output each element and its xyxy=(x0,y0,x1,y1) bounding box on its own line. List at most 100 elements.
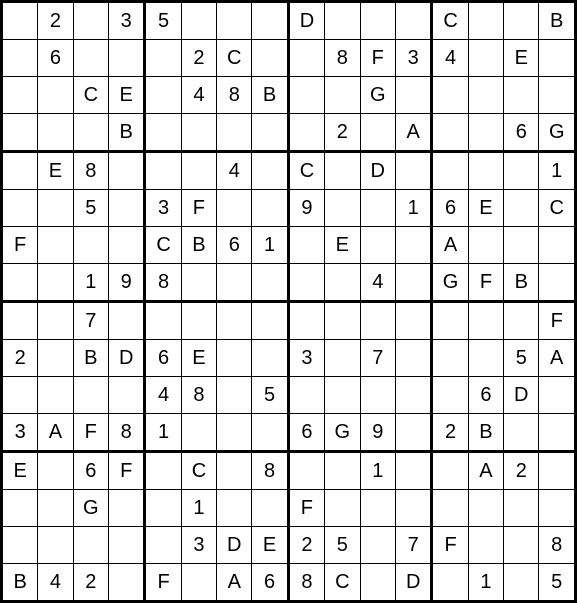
cell[interactable] xyxy=(432,152,468,190)
cell[interactable] xyxy=(396,264,432,302)
cell[interactable]: 2 xyxy=(181,40,216,77)
cell[interactable]: 5 xyxy=(504,340,539,377)
cell[interactable]: B xyxy=(109,114,145,152)
cell[interactable] xyxy=(468,490,503,527)
cell[interactable] xyxy=(396,377,432,414)
cell[interactable]: 8 xyxy=(145,264,181,302)
cell[interactable] xyxy=(325,152,360,190)
cell[interactable]: 6 xyxy=(217,227,252,264)
cell[interactable] xyxy=(217,452,252,490)
cell[interactable] xyxy=(2,190,38,227)
cell[interactable] xyxy=(145,452,181,490)
cell[interactable]: 6 xyxy=(288,414,324,452)
cell[interactable] xyxy=(288,452,324,490)
cell[interactable] xyxy=(73,527,108,564)
cell[interactable] xyxy=(360,227,395,264)
cell[interactable]: E xyxy=(38,152,73,190)
cell[interactable]: 7 xyxy=(360,340,395,377)
cell[interactable] xyxy=(360,190,395,227)
cell[interactable] xyxy=(539,452,576,490)
cell[interactable]: 2 xyxy=(504,452,539,490)
cell[interactable] xyxy=(432,452,468,490)
cell[interactable]: 8 xyxy=(109,414,145,452)
cell[interactable]: 3 xyxy=(181,527,216,564)
cell[interactable] xyxy=(325,2,360,40)
cell[interactable] xyxy=(360,564,395,602)
cell[interactable] xyxy=(2,40,38,77)
cell[interactable] xyxy=(468,302,503,340)
cell[interactable]: E xyxy=(325,227,360,264)
cell[interactable]: E xyxy=(252,527,288,564)
cell[interactable] xyxy=(38,190,73,227)
cell[interactable] xyxy=(468,77,503,114)
cell[interactable] xyxy=(396,340,432,377)
cell[interactable] xyxy=(38,340,73,377)
cell[interactable] xyxy=(2,77,38,114)
cell[interactable] xyxy=(468,2,503,40)
cell[interactable] xyxy=(145,527,181,564)
cell[interactable] xyxy=(217,2,252,40)
cell[interactable]: C xyxy=(432,2,468,40)
cell[interactable] xyxy=(432,114,468,152)
cell[interactable] xyxy=(217,114,252,152)
cell[interactable] xyxy=(468,40,503,77)
cell[interactable] xyxy=(109,377,145,414)
cell[interactable]: F xyxy=(181,190,216,227)
cell[interactable]: 6 xyxy=(145,340,181,377)
cell[interactable]: F xyxy=(145,564,181,602)
cell[interactable]: 5 xyxy=(539,564,576,602)
cell[interactable]: A xyxy=(396,114,432,152)
cell[interactable] xyxy=(38,227,73,264)
cell[interactable] xyxy=(539,40,576,77)
cell[interactable] xyxy=(288,377,324,414)
cell[interactable] xyxy=(432,377,468,414)
cell[interactable] xyxy=(217,340,252,377)
cell[interactable]: F xyxy=(288,490,324,527)
cell[interactable] xyxy=(504,227,539,264)
cell[interactable] xyxy=(252,340,288,377)
cell[interactable] xyxy=(325,377,360,414)
cell[interactable] xyxy=(38,264,73,302)
cell[interactable]: C xyxy=(325,564,360,602)
cell[interactable]: 7 xyxy=(396,527,432,564)
cell[interactable]: B xyxy=(2,564,38,602)
cell[interactable] xyxy=(504,302,539,340)
cell[interactable] xyxy=(252,264,288,302)
cell[interactable] xyxy=(396,302,432,340)
cell[interactable]: 3 xyxy=(145,190,181,227)
cell[interactable] xyxy=(432,77,468,114)
cell[interactable] xyxy=(109,40,145,77)
cell[interactable]: D xyxy=(288,2,324,40)
cell[interactable]: 8 xyxy=(217,77,252,114)
cell[interactable]: D xyxy=(217,527,252,564)
cell[interactable] xyxy=(539,77,576,114)
cell[interactable] xyxy=(396,227,432,264)
cell[interactable]: C xyxy=(217,40,252,77)
cell[interactable]: 1 xyxy=(396,190,432,227)
cell[interactable] xyxy=(539,264,576,302)
cell[interactable] xyxy=(325,264,360,302)
cell[interactable] xyxy=(217,302,252,340)
cell[interactable] xyxy=(360,114,395,152)
cell[interactable] xyxy=(145,490,181,527)
cell[interactable] xyxy=(145,40,181,77)
cell[interactable] xyxy=(2,527,38,564)
cell[interactable] xyxy=(109,527,145,564)
cell[interactable] xyxy=(38,302,73,340)
cell[interactable] xyxy=(325,490,360,527)
cell[interactable]: F xyxy=(539,302,576,340)
cell[interactable]: B xyxy=(504,264,539,302)
cell[interactable] xyxy=(288,114,324,152)
cell[interactable] xyxy=(217,414,252,452)
cell[interactable]: 5 xyxy=(145,2,181,40)
cell[interactable] xyxy=(109,564,145,602)
cell[interactable]: 2 xyxy=(38,2,73,40)
cell[interactable] xyxy=(109,302,145,340)
cell[interactable] xyxy=(2,114,38,152)
cell[interactable]: D xyxy=(396,564,432,602)
cell[interactable] xyxy=(288,227,324,264)
cell[interactable] xyxy=(504,2,539,40)
cell[interactable] xyxy=(468,152,503,190)
cell[interactable] xyxy=(504,527,539,564)
cell[interactable]: 4 xyxy=(38,564,73,602)
